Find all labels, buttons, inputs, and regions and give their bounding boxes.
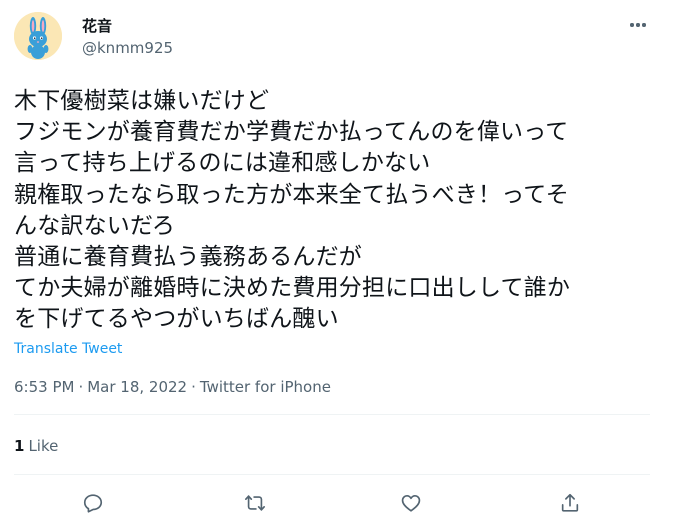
more-options-icon[interactable] xyxy=(624,14,652,36)
tweet-metadata: 6:53 PM · Mar 18, 2022 · Twitter for iPhone xyxy=(14,377,331,397)
tweet-date[interactable]: Mar 18, 2022 xyxy=(87,378,187,396)
tweet-text-line: 普通に養育費払う義務あるんだが xyxy=(14,244,362,271)
tweet-text-line: んな訳ないだろ xyxy=(14,212,176,239)
tweet-text-line: 言って持ち上げるのには違和感しかない xyxy=(14,150,431,177)
tweet-text: 木下優樹菜は嫌いだけど フジモンが養育費だか学費だか払ってんのを偉いって 言って… xyxy=(14,86,664,336)
tweet-text-line: を下げてるやつがいちばん醜い xyxy=(14,306,339,333)
tweet-text-line: 木下優樹菜は嫌いだけど xyxy=(14,88,270,114)
divider xyxy=(14,414,650,415)
reply-icon xyxy=(83,494,103,513)
divider xyxy=(14,474,650,475)
meta-separator: · xyxy=(78,378,84,396)
share-button[interactable] xyxy=(555,488,585,518)
display-name[interactable]: 花音 xyxy=(82,16,112,36)
likes-label: Like xyxy=(28,437,59,455)
like-icon xyxy=(401,495,421,512)
tweet-text-line: てか夫婦が離婚時に決めた費用分担に口出しして誰か xyxy=(14,275,571,302)
meta-separator: · xyxy=(191,378,196,396)
translate-tweet-link[interactable]: Translate Tweet xyxy=(14,340,122,358)
tweet-text-line: 親権取ったなら取った方が本来全て払うべき！ってそ xyxy=(14,181,569,208)
tweet-time[interactable]: 6:53 PM xyxy=(14,378,74,396)
tweet-card: 花音 @knmm925 木下優樹菜は嫌いだけど フジモンが養育費だか学費だか払っ… xyxy=(0,0,675,526)
tweet-text-line: フジモンが養育費だか学費だか払ってんのを偉いって xyxy=(14,119,569,146)
reply-button[interactable] xyxy=(78,488,108,518)
avatar[interactable] xyxy=(14,12,62,60)
rabbit-avatar-icon xyxy=(14,12,62,60)
retweet-icon xyxy=(245,495,265,511)
likes-stat[interactable]: 1 Like xyxy=(14,436,58,456)
action-bar xyxy=(0,488,675,518)
user-handle[interactable]: @knmm925 xyxy=(82,38,173,58)
tweet-source[interactable]: Twitter for iPhone xyxy=(200,378,331,396)
retweet-button[interactable] xyxy=(240,488,270,518)
share-icon xyxy=(561,493,579,512)
like-button[interactable] xyxy=(396,488,426,518)
likes-count: 1 xyxy=(14,437,25,455)
